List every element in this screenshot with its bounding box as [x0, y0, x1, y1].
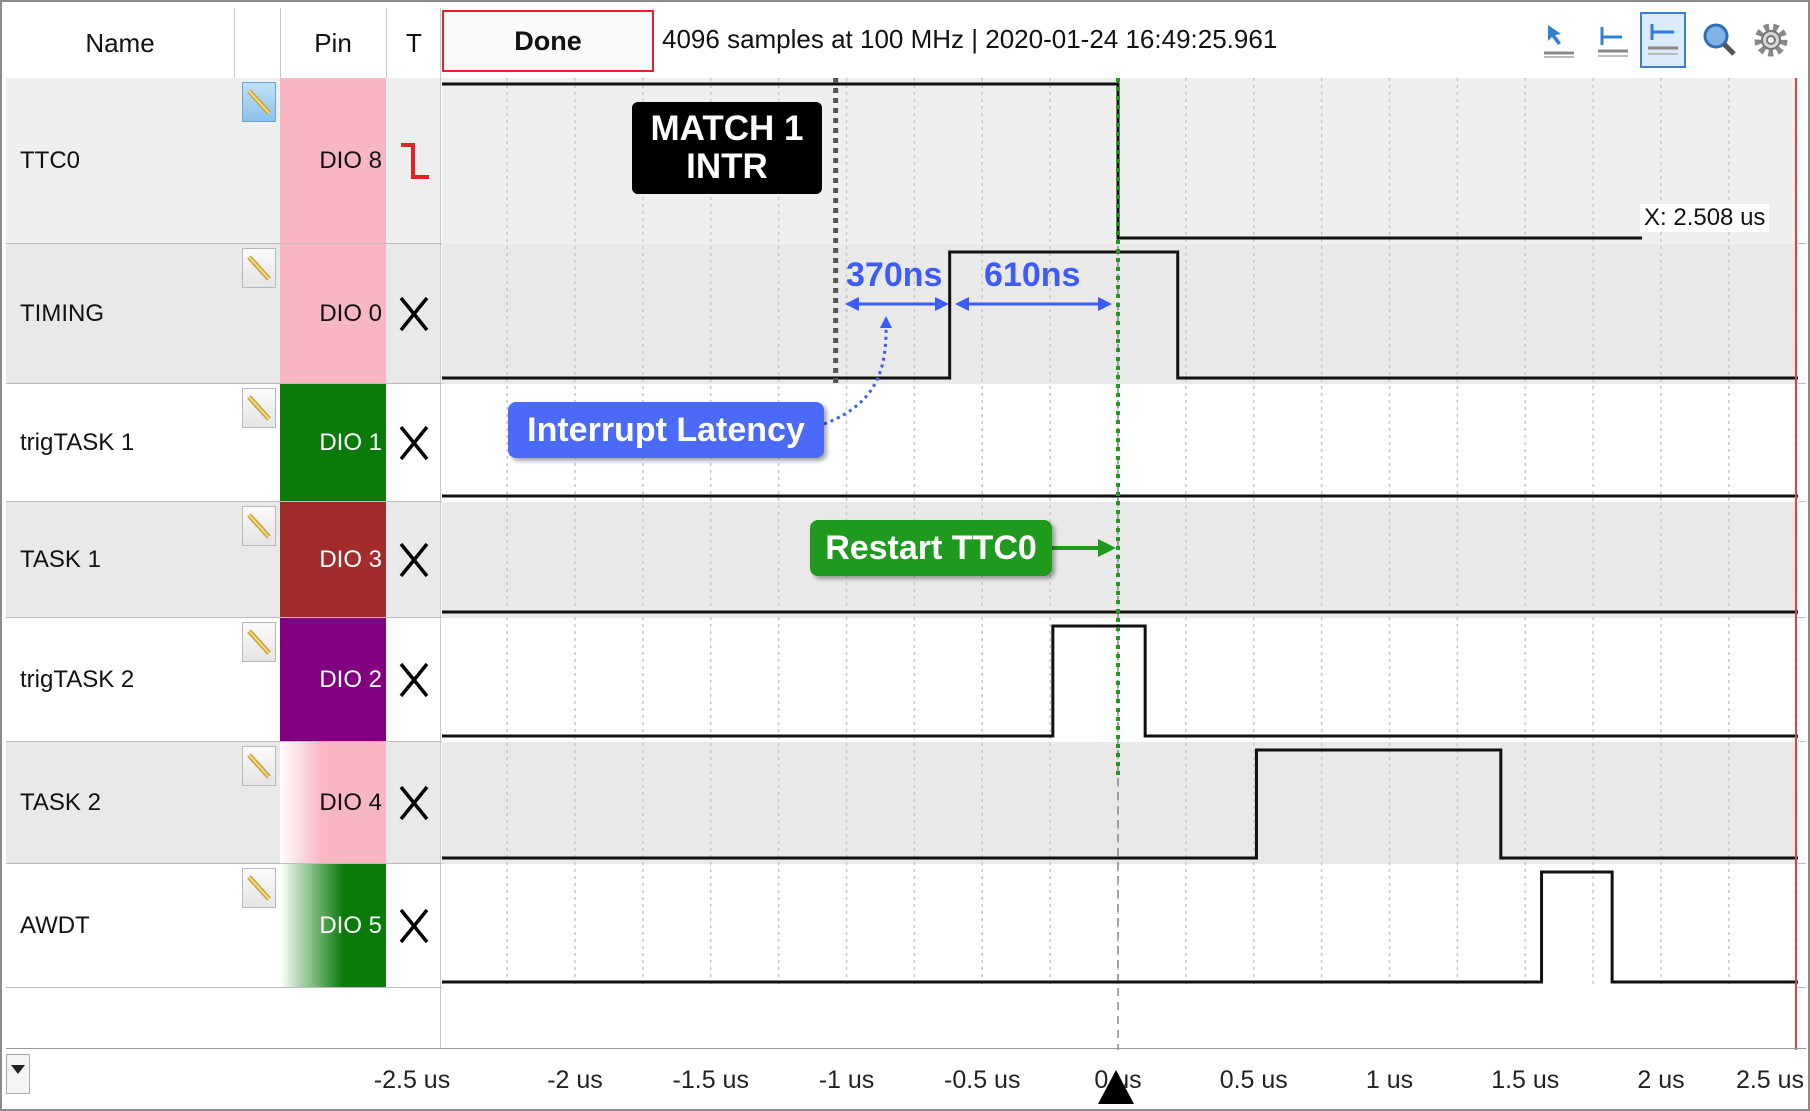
pencil-icon — [247, 395, 271, 421]
edit-channel-button[interactable] — [242, 746, 276, 786]
time-tick-label: 1.5 us — [1491, 1066, 1560, 1094]
edit-channel-button[interactable] — [242, 248, 276, 288]
measure-610ns: 610ns — [984, 256, 1081, 294]
time-tick-label: 2.5 us — [1735, 1066, 1805, 1094]
no-trigger-x-icon — [399, 425, 429, 461]
trigger-setting[interactable] — [388, 244, 440, 384]
channel-name[interactable]: AWDT — [6, 864, 234, 988]
edit-channel-button[interactable] — [242, 82, 276, 122]
measure-370ns: 370ns — [846, 256, 943, 294]
edit-channel-button[interactable] — [242, 868, 276, 908]
zoom-button[interactable] — [1696, 12, 1742, 68]
pencil-icon — [247, 629, 271, 655]
channel-name[interactable]: TASK 1 — [6, 502, 234, 618]
channel-pin[interactable]: DIO 0 — [280, 244, 386, 384]
channel-name[interactable]: TTC0 — [6, 78, 234, 244]
channel-name[interactable]: trigTASK 1 — [6, 384, 234, 502]
trigger-setting[interactable] — [388, 384, 440, 502]
edit-channel-button[interactable] — [242, 506, 276, 546]
channel-name[interactable]: TASK 2 — [6, 742, 234, 864]
interrupt-latency-callout: Interrupt Latency — [508, 402, 824, 458]
channel-name[interactable]: TIMING — [6, 244, 234, 384]
trigger-left-button[interactable] — [1590, 12, 1636, 68]
trigger-setting[interactable] — [388, 502, 440, 618]
channel-pin[interactable]: DIO 4 — [280, 742, 386, 864]
no-trigger-x-icon — [399, 908, 429, 944]
settings-button[interactable] — [1748, 12, 1794, 68]
channel-name[interactable]: trigTASK 2 — [6, 618, 234, 742]
time-tick-label: 0.5 us — [1219, 1066, 1288, 1094]
time-tick-label: 1 us — [1365, 1066, 1414, 1094]
restart-ttc0-callout: Restart TTC0 — [810, 520, 1052, 576]
falling-edge-trigger-icon — [401, 143, 429, 179]
cursor-arrow-button[interactable] — [1536, 12, 1582, 68]
trigger-setting[interactable] — [388, 78, 440, 244]
pencil-icon — [247, 513, 271, 539]
time-tick-label: -1 us — [818, 1066, 875, 1094]
pencil-icon — [247, 875, 271, 901]
trigger-setting[interactable] — [388, 618, 440, 742]
time-tick-label: -2 us — [547, 1066, 603, 1094]
waveform-plot[interactable] — [442, 78, 1798, 1050]
waveform-row-bg — [442, 864, 1798, 988]
pencil-icon — [247, 89, 271, 115]
logic-analyzer-window: Name Pin T Done 4096 samples at 100 MHz … — [0, 0, 1810, 1111]
edit-channel-button[interactable] — [242, 388, 276, 428]
done-button[interactable]: Done — [442, 10, 654, 72]
time-tick-label: -0.5 us — [944, 1066, 1021, 1094]
no-trigger-x-icon — [399, 662, 429, 698]
cursor-readout: X: 2.508 us — [1640, 204, 1770, 232]
no-trigger-x-icon — [399, 296, 429, 332]
channel-pin[interactable]: DIO 2 — [280, 618, 386, 742]
zoom-icon — [1703, 23, 1736, 56]
sample-status-text: 4096 samples at 100 MHz | 2020-01-24 16:… — [662, 24, 1278, 54]
pencil-icon — [247, 255, 271, 281]
settings-gear-icon — [1754, 23, 1788, 57]
pencil-icon — [247, 753, 271, 779]
time-tick-label: -1.5 us — [672, 1066, 749, 1094]
channel-pin[interactable]: DIO 8 — [280, 78, 386, 244]
match-intr-callout: MATCH 1 INTR — [632, 102, 822, 194]
trigger-column-header[interactable]: T — [388, 8, 440, 78]
channel-pin[interactable]: DIO 5 — [280, 864, 386, 988]
pin-column-header[interactable]: Pin — [280, 8, 386, 78]
name-column-header[interactable]: Name — [6, 8, 234, 78]
time-tick-label: -2.5 us — [373, 1066, 451, 1094]
trigger-marker-icon[interactable] — [1096, 1068, 1136, 1106]
trigger-left-icon — [1598, 27, 1628, 57]
cursor-arrow-icon — [1544, 25, 1574, 58]
channel-pin[interactable]: DIO 3 — [280, 502, 386, 618]
channel-pin[interactable]: DIO 1 — [280, 384, 386, 502]
no-trigger-x-icon — [399, 542, 429, 578]
trigger-center-button[interactable] — [1640, 12, 1686, 68]
chevron-down-icon — [11, 1065, 25, 1074]
trigger-setting[interactable] — [388, 864, 440, 988]
trigger-center-icon — [1648, 24, 1678, 55]
waveform-row-bg — [442, 742, 1798, 864]
edit-channel-button[interactable] — [242, 622, 276, 662]
no-trigger-x-icon — [399, 785, 429, 821]
time-tick-label: 2 us — [1637, 1066, 1685, 1094]
trigger-setting[interactable] — [388, 742, 440, 864]
timeline-dropdown[interactable] — [6, 1054, 30, 1094]
